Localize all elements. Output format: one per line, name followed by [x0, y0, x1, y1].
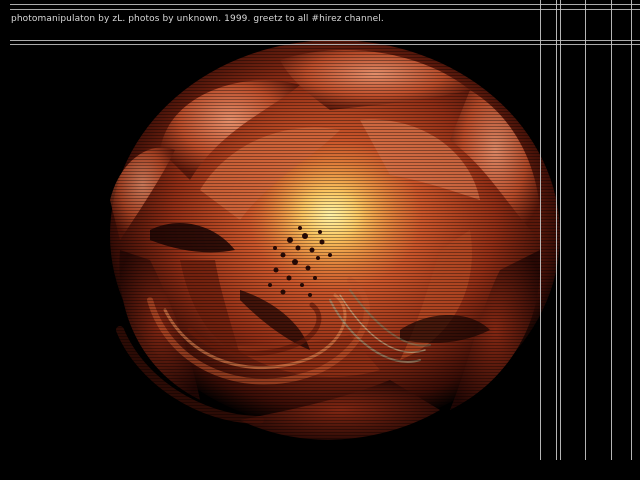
- horizontal-line: [10, 40, 640, 41]
- vertical-line: [631, 0, 632, 460]
- scanline-overlay: [0, 0, 640, 480]
- vertical-line: [540, 0, 541, 460]
- horizontal-line: [10, 9, 640, 10]
- rose-photomanipulation-image: [0, 0, 640, 480]
- vertical-line: [611, 0, 612, 460]
- vertical-line: [585, 0, 586, 460]
- horizontal-line: [10, 4, 640, 5]
- credits-caption: photomanipulaton by zL. photos by unknow…: [11, 14, 384, 24]
- vertical-line: [556, 0, 557, 460]
- artwork-canvas: photomanipulaton by zL. photos by unknow…: [0, 0, 640, 480]
- horizontal-line: [10, 44, 640, 45]
- vertical-line: [560, 0, 561, 460]
